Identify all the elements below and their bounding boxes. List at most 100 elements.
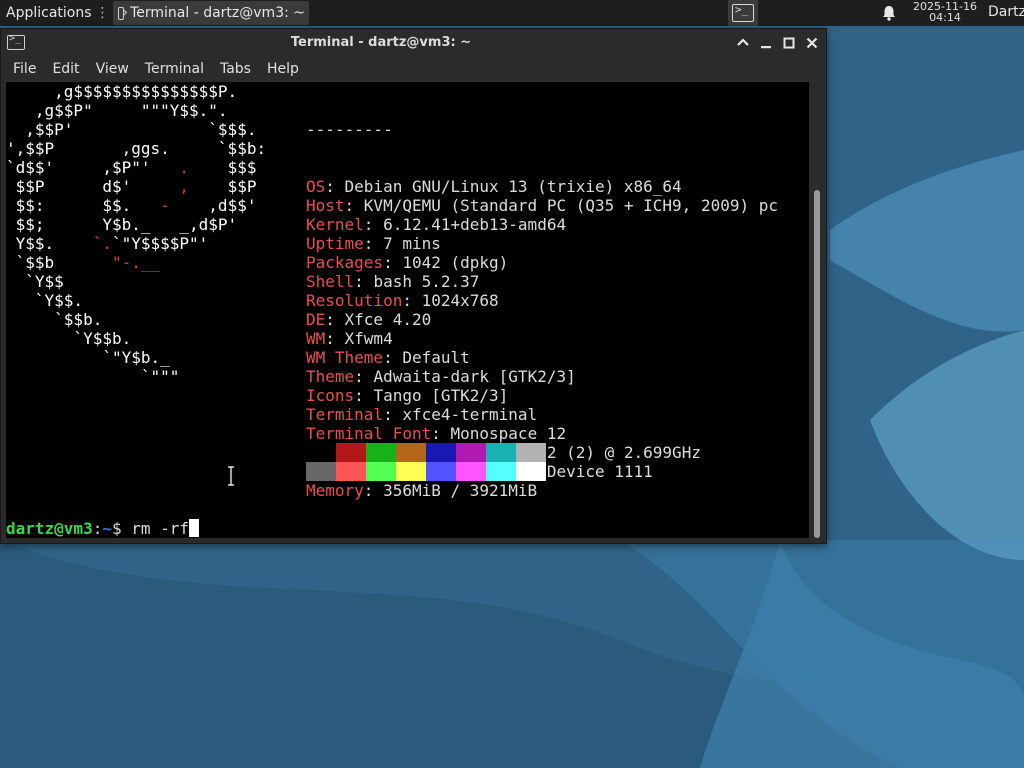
info-row: Terminal Font: Monospace 12 <box>306 424 778 443</box>
info-row: Terminal: xfce4-terminal <box>306 405 778 424</box>
ascii-logo-line: `""" <box>6 367 266 386</box>
info-key: Shell <box>306 272 355 291</box>
top-panel: Applications ⋮ Terminal - dartz@vm3: ~ 2… <box>0 0 1024 26</box>
info-row: Host: KVM/QEMU (Standard PC (Q35 + ICH9,… <box>306 196 778 215</box>
info-row: Uptime: 7 mins <box>306 234 778 253</box>
info-row: Packages: 1042 (dpkg) <box>306 253 778 272</box>
info-row: WM: Xfwm4 <box>306 329 778 348</box>
menu-tabs[interactable]: Tabs <box>212 61 259 77</box>
ascii-segment: `Y$$b. <box>6 329 132 348</box>
info-separator: : <box>363 215 384 234</box>
info-value: Adwaita-dark [GTK2/3] <box>373 367 576 386</box>
info-value: 1042 (dpkg) <box>402 253 509 272</box>
ascii-segment: $$: $$. <box>6 196 161 215</box>
taskbar-terminal-button[interactable]: Terminal - dartz@vm3: ~ <box>113 1 309 25</box>
color-swatch <box>516 443 546 462</box>
terminal-launcher-button[interactable] <box>728 0 758 26</box>
maximize-icon[interactable] <box>780 34 798 52</box>
terminal-icon <box>118 6 125 20</box>
taskbar-terminal-label: Terminal - dartz@vm3: ~ <box>130 5 305 21</box>
info-separator: : <box>325 177 345 196</box>
prompt-symbol: $ <box>111 519 132 538</box>
info-row: Shell: bash 5.2.37 <box>306 272 778 291</box>
panel-clock[interactable]: 2025-11-16 04:14 <box>908 1 982 23</box>
minimize-icon[interactable] <box>757 34 775 52</box>
menu-help[interactable]: Help <box>259 61 307 77</box>
ascii-segment: $$P <box>189 177 257 196</box>
close-icon[interactable] <box>803 34 821 52</box>
color-swatch <box>486 443 516 462</box>
info-value: 6.12.41+deb13-amd64 <box>383 215 567 234</box>
applications-menu-button[interactable]: Applications ⋮ <box>0 0 110 26</box>
window-titlebar[interactable]: Terminal - dartz@vm3: ~ <box>1 29 826 57</box>
color-swatch <box>396 462 426 481</box>
ascii-segment: `"Y$b._ <box>6 348 170 367</box>
terminal-output[interactable]: ,g$$$$$$$$$$$$$$$P. ,g$$P" """Y$$.". ,$$… <box>6 82 809 538</box>
info-value: KVM/QEMU (Standard PC (Q35 + ICH9, 2009)… <box>363 196 779 215</box>
ascii-segment: `Y$$ <box>6 272 64 291</box>
ascii-logo-line: ',$$P ,ggs. `$$b: <box>6 139 266 158</box>
menu-edit[interactable]: Edit <box>44 61 87 77</box>
color-swatch <box>396 443 426 462</box>
ascii-segment: $$$ <box>189 158 257 177</box>
color-palette <box>306 443 546 481</box>
color-swatch <box>456 443 486 462</box>
info-key: OS <box>306 177 326 196</box>
info-value: 356MiB / 3921MiB <box>383 481 538 500</box>
clock-time: 04:14 <box>929 11 961 24</box>
info-row: Memory: 356MiB / 3921MiB <box>306 481 778 500</box>
menu-view[interactable]: View <box>88 61 137 77</box>
ascii-logo-line: `Y$$. <box>6 291 266 310</box>
ascii-segment: ,$$P' `$$$. <box>6 120 257 139</box>
info-key: Icons <box>306 386 355 405</box>
command-prompt[interactable]: dartz@vm3:~$ rm -rf <box>6 519 200 538</box>
ascii-segment: `"Y$$$$P"' <box>111 234 209 253</box>
info-key: DE <box>306 310 326 329</box>
info-value: Default <box>402 348 470 367</box>
info-row: Icons: Tango [GTK2/3] <box>306 386 778 405</box>
ascii-logo-line: ,g$$$$$$$$$$$$$$$P. <box>6 82 266 101</box>
menu-file[interactable]: File <box>5 61 44 77</box>
chevron-up-icon[interactable] <box>734 34 752 52</box>
prompt-path: ~ <box>102 519 112 538</box>
color-swatch <box>456 462 486 481</box>
ascii-segment: `""" <box>6 367 180 386</box>
color-swatch <box>366 462 396 481</box>
window-menubar: File Edit View Terminal Tabs Help <box>1 57 826 81</box>
palette-row-bright <box>306 462 546 481</box>
menu-dots-icon: ⋮ <box>95 5 110 21</box>
info-row: WM Theme: Default <box>306 348 778 367</box>
menu-terminal[interactable]: Terminal <box>137 61 212 77</box>
ascii-segment: `$$b <box>6 253 112 272</box>
ascii-segment: - <box>160 196 170 215</box>
info-value: bash 5.2.37 <box>373 272 480 291</box>
ascii-segment: ,g$$P" """Y$$.". <box>6 101 228 120</box>
info-key: Terminal Font <box>306 424 432 443</box>
color-swatch <box>516 462 546 481</box>
info-key: Theme <box>306 367 355 386</box>
ascii-segment: `Y$$. <box>6 291 84 310</box>
info-value: Xfwm4 <box>344 329 393 348</box>
ascii-logo-line: `Y$$b. <box>6 329 266 348</box>
color-swatch <box>366 443 396 462</box>
scrollbar-thumb[interactable] <box>814 190 820 538</box>
user-menu[interactable]: Dartz <box>988 4 1024 20</box>
terminal-scrollbar[interactable] <box>811 82 823 538</box>
color-swatch <box>336 443 366 462</box>
ascii-segment: "-.__ <box>111 253 161 272</box>
info-key: Terminal <box>306 405 384 424</box>
ascii-logo-line: `"Y$b._ <box>6 348 266 367</box>
ascii-logo-line: `d$$' ,$P"' . $$$ <box>6 158 266 177</box>
ascii-logo-line: $$; Y$b._ _,d$P' <box>6 215 266 234</box>
color-swatch <box>306 462 336 481</box>
ascii-segment: Y$$. <box>6 234 93 253</box>
info-separator: : <box>354 272 374 291</box>
info-key: Packages <box>306 253 384 272</box>
prompt-colon: : <box>92 519 103 538</box>
ascii-logo-line: `$$b. <box>6 310 266 329</box>
ascii-segment: , <box>179 177 190 196</box>
ascii-segment: ,g$$$$$$$$$$$$$$$P. <box>6 82 238 101</box>
bell-icon[interactable] <box>880 4 898 22</box>
info-separator: : <box>402 291 422 310</box>
terminal-icon <box>732 3 754 22</box>
